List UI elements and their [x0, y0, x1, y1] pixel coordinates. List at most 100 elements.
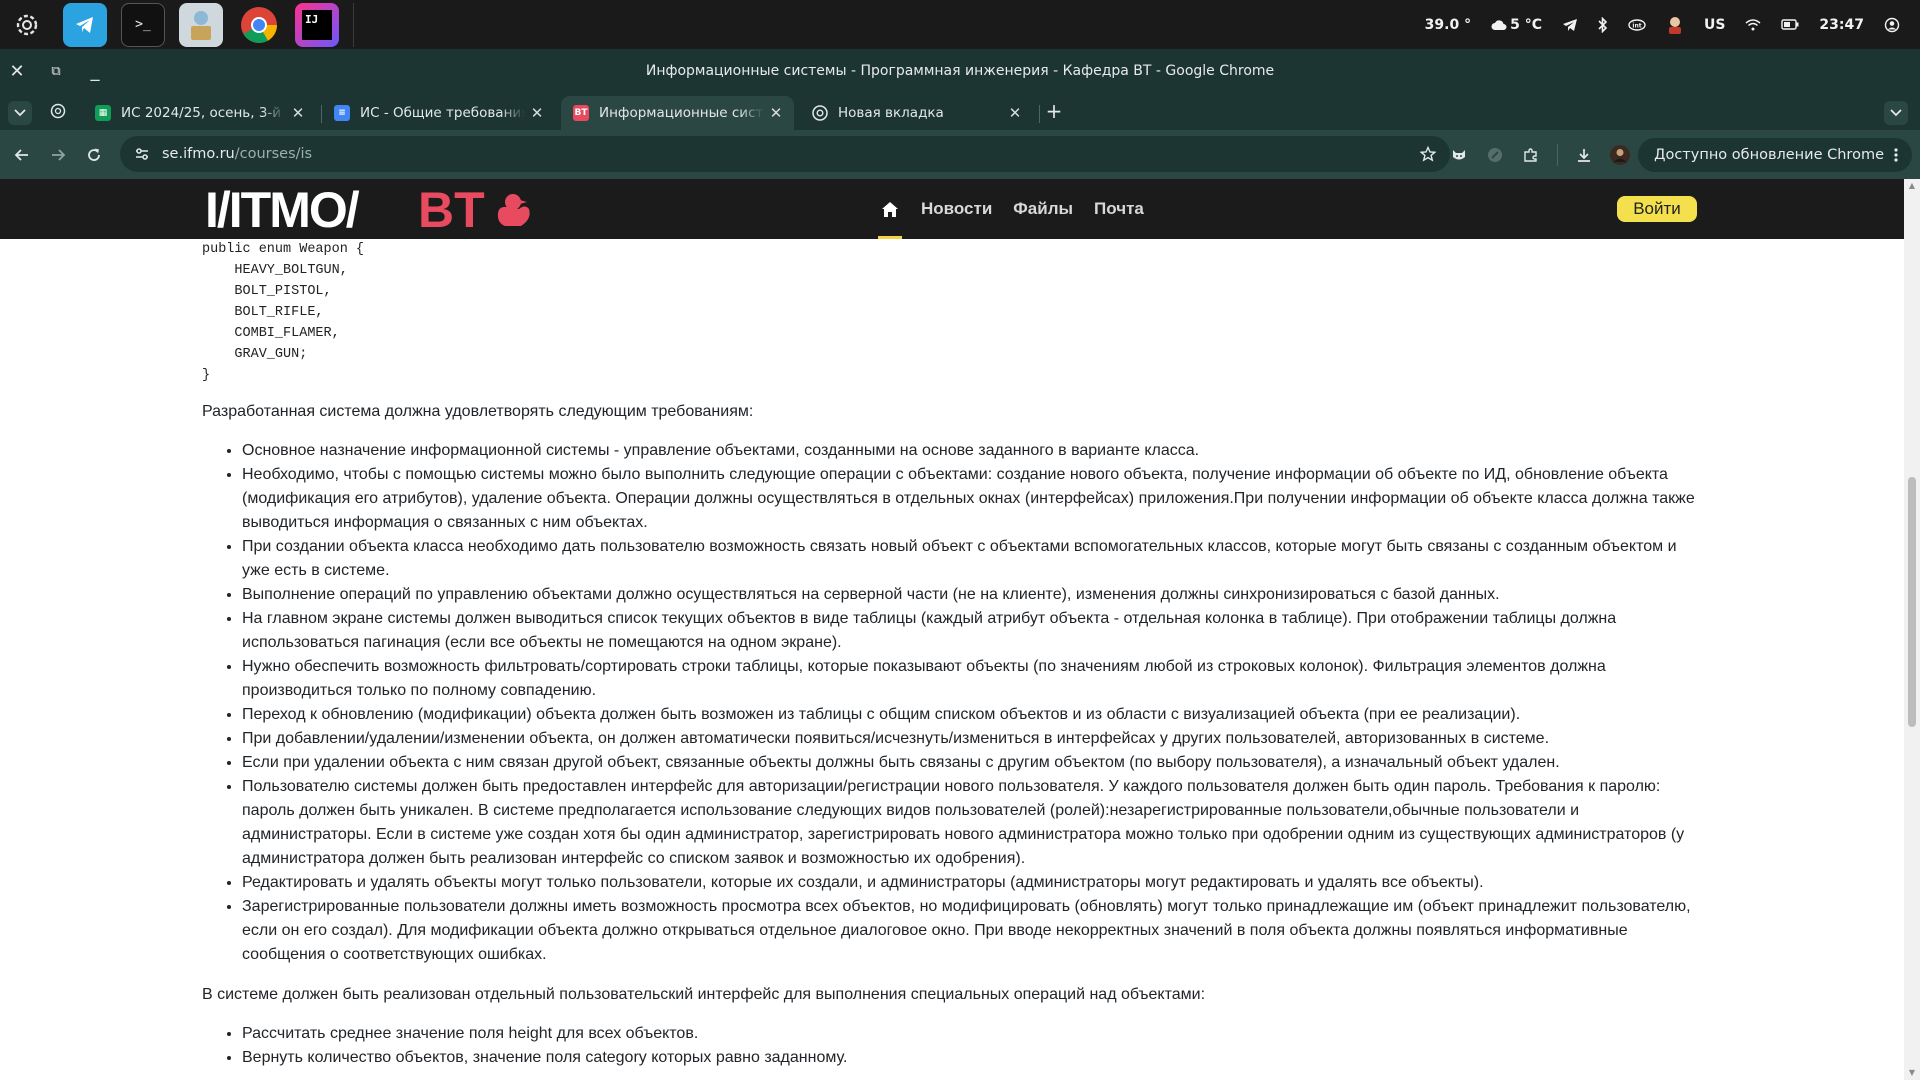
wifi-icon[interactable] — [1745, 18, 1761, 31]
terminal-icon[interactable]: >_ — [121, 2, 165, 47]
window-close-button[interactable]: ✕ — [5, 61, 29, 82]
scroll-up-arrow-icon[interactable]: ▲ — [1908, 182, 1916, 190]
tab-label: Новая вкладка — [838, 105, 944, 121]
site-navbar: I/ITMO/ BT Новости Файлы Почта Войти — [0, 179, 1904, 239]
update-button-label: Доступно обновление Chrome — [1654, 146, 1884, 163]
file-manager-avatar-icon[interactable] — [179, 2, 223, 47]
tab-close-icon[interactable]: ✕ — [1003, 104, 1027, 122]
nav-home[interactable] — [875, 179, 905, 239]
clock[interactable]: 23:47 — [1819, 17, 1864, 33]
requirements-list: Основное назначение информационной систе… — [202, 439, 1702, 967]
new-tab-plus-icon[interactable]: + — [1042, 100, 1066, 124]
duck-icon — [497, 194, 530, 226]
window-title: Информационные системы - Программная инж… — [645, 63, 1275, 79]
tab-docs[interactable]: ≡ ИС - Общие требования - G ✕ — [322, 96, 555, 130]
pinned-tab-openai[interactable] — [50, 103, 66, 123]
battery-icon[interactable] — [1781, 19, 1799, 30]
tab-list-button[interactable] — [1884, 101, 1908, 125]
telegram-icon[interactable] — [63, 2, 107, 47]
arrow-right-icon — [52, 148, 66, 161]
toolbar-divider — [1557, 143, 1559, 166]
window-minimize-button[interactable]: _ — [83, 61, 107, 82]
requirement-list-item: Нужно обеспечить возможность фильтровать… — [242, 655, 1702, 703]
reload-button[interactable] — [76, 137, 112, 173]
tab-active-is[interactable]: BT Информационные системы ✕ — [561, 96, 794, 130]
page-viewport: I/ITMO/ BT Новости Файлы Почта Войти pub… — [0, 179, 1904, 1080]
tab-close-icon[interactable]: ✕ — [525, 104, 549, 122]
requirements-intro: Разработанная система должна удовлетворя… — [202, 403, 754, 420]
chrome-update-button[interactable]: Доступно обновление Chrome — [1638, 137, 1912, 172]
itmo-bt-logo[interactable]: I/ITMO/ BT — [205, 183, 545, 235]
tab-new-tab[interactable]: Новая вкладка ✕ — [800, 96, 1033, 130]
chevron-down-icon — [1890, 109, 1902, 117]
scrollbar-thumb[interactable] — [1908, 477, 1916, 727]
forward-button[interactable] — [40, 137, 76, 173]
sheets-icon: ▦ — [95, 105, 111, 121]
cloud-icon — [1491, 19, 1507, 30]
extension-fox-icon[interactable] — [1441, 137, 1477, 173]
tab-sheets[interactable]: ▦ ИС 2024/25, осень, 3-й курс ✕ — [83, 96, 316, 130]
cpu-indicator-icon[interactable]: int — [1628, 18, 1646, 31]
special-ops-list: Рассчитать среднее значение поля height … — [202, 1022, 1702, 1070]
svg-text:int: int — [1632, 22, 1641, 29]
requirement-list-item: Если при удалении объекта с ним связан д… — [242, 751, 1702, 775]
intellij-icon[interactable]: IJ — [295, 2, 339, 47]
arrow-left-icon — [14, 148, 28, 161]
url-path: /courses/is — [234, 146, 313, 162]
url-text[interactable]: se.ifmo.ru/courses/is — [162, 146, 312, 162]
back-button[interactable] — [4, 137, 40, 173]
system-top-bar: >_ IJ 39.0 ° 5 °C int US 23:47 — [0, 0, 1920, 49]
user-avatar-tray-icon[interactable] — [1666, 15, 1684, 35]
tab-label: Информационные системы — [599, 105, 764, 121]
settings-gear-icon[interactable] — [5, 3, 49, 47]
bookmark-star-icon[interactable] — [1420, 146, 1436, 162]
bt-icon: BT — [573, 105, 589, 121]
scroll-down-arrow-icon[interactable]: ▼ — [1908, 1069, 1916, 1077]
requirement-list-item: Редактировать и удалять объекты могут то… — [242, 871, 1702, 895]
tab-divider — [1039, 105, 1040, 123]
bluetooth-icon[interactable] — [1598, 16, 1608, 33]
profile-avatar[interactable] — [1602, 137, 1638, 173]
requirement-list-item: При добавлении/удалении/изменении объект… — [242, 727, 1702, 751]
power-user-icon[interactable] — [1884, 17, 1900, 33]
home-icon — [882, 201, 898, 217]
requirement-list-item: Необходимо, чтобы с помощью системы можн… — [242, 463, 1702, 535]
keyboard-layout-indicator[interactable]: US — [1704, 17, 1725, 33]
special-op-list-item: Вернуть количество объектов, значение по… — [242, 1046, 1702, 1070]
page-scrollbar[interactable]: ▲ ▼ — [1904, 179, 1920, 1080]
special-op-list-item: Рассчитать среднее значение поля height … — [242, 1022, 1702, 1046]
tab-close-icon[interactable]: ✕ — [764, 104, 788, 122]
extension-circle-icon[interactable] — [1477, 137, 1513, 173]
requirement-list-item: На главном экране системы должен выводит… — [242, 607, 1702, 655]
site-nav-links: Новости Файлы Почта — [875, 179, 1165, 239]
weather-indicator[interactable]: 5 °C — [1491, 17, 1542, 33]
tab-strip: ▦ ИС 2024/25, осень, 3-й курс ✕ ≡ ИС - О… — [0, 93, 1920, 130]
logo-bt-text: BT — [418, 183, 485, 235]
nav-mail-link[interactable]: Почта — [1094, 199, 1144, 219]
login-button[interactable]: Войти — [1617, 196, 1697, 222]
requirement-list-item: Выполнение операций по управлению объект… — [242, 583, 1702, 607]
site-info-tune-icon[interactable] — [134, 146, 150, 162]
extensions-puzzle-icon[interactable] — [1513, 137, 1549, 173]
chevron-down-icon — [14, 109, 26, 117]
nav-files-link[interactable]: Файлы — [1013, 199, 1073, 219]
dock-separator — [353, 2, 354, 47]
browser-toolbar: se.ifmo.ru/courses/is Доступно обновлени… — [0, 130, 1920, 179]
tab-close-icon[interactable]: ✕ — [286, 104, 310, 122]
nav-news-link[interactable]: Новости — [921, 199, 992, 219]
weather-text: 5 °C — [1510, 16, 1542, 33]
address-bar[interactable]: se.ifmo.ru/courses/is — [120, 136, 1450, 172]
requirement-list-item: Пользователю системы должен быть предост… — [242, 775, 1702, 871]
docs-icon: ≡ — [334, 105, 350, 121]
tab-search-button[interactable] — [8, 101, 32, 125]
requirement-list-item: Зарегистрированные пользователи должны и… — [242, 895, 1702, 967]
chrome-icon — [812, 105, 828, 121]
chrome-icon[interactable] — [237, 3, 281, 47]
kebab-menu-icon — [1894, 147, 1898, 162]
telegram-tray-icon[interactable] — [1562, 18, 1578, 32]
requirement-list-item: Основное назначение информационной систе… — [242, 439, 1702, 463]
page-content: public enum Weapon { HEAVY_BOLTGUN, BOLT… — [202, 239, 1702, 1070]
downloads-icon[interactable] — [1566, 137, 1602, 173]
window-restore-button[interactable]: ⧉ — [44, 64, 68, 79]
temperature-readout: 39.0 ° — [1424, 16, 1472, 33]
